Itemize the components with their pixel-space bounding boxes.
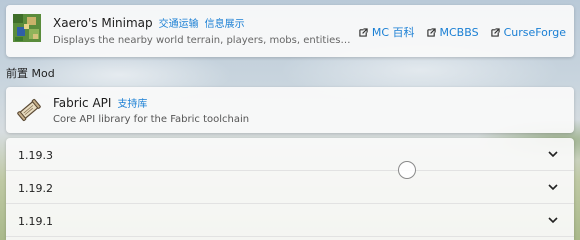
version-row-1-19-3[interactable]: 1.19.3 xyxy=(6,138,574,171)
version-label: 1.19.3 xyxy=(18,149,53,162)
mod-header-card: Xaero's Minimap 交通运输 信息展示 Displays the n… xyxy=(6,5,574,57)
version-label: 1.19.2 xyxy=(18,182,53,195)
dependency-title: Fabric API xyxy=(53,95,112,110)
mod-tag-info[interactable]: 信息展示 xyxy=(205,15,245,30)
minimap-icon xyxy=(13,14,41,42)
external-link-icon xyxy=(426,27,436,37)
dependency-card-fabric-api[interactable]: Fabric API 支持库 Core API library for the … xyxy=(6,87,574,133)
link-curseforge[interactable]: CurseForge xyxy=(490,25,566,39)
link-mcmod-label: MC 百科 xyxy=(371,26,415,39)
dependency-description: Core API library for the Fabric toolchai… xyxy=(53,114,250,125)
version-label: 1.19.1 xyxy=(18,215,53,228)
scroll-icon xyxy=(16,97,42,123)
version-row-1-19-2[interactable]: 1.19.2 xyxy=(6,171,574,204)
dependency-title-row: Fabric API 支持库 xyxy=(53,95,147,111)
version-row-1-19-1[interactable]: 1.19.1 xyxy=(6,204,574,237)
link-curseforge-label: CurseForge xyxy=(503,25,566,39)
dependency-tag[interactable]: 支持库 xyxy=(117,95,147,110)
link-mcbbs-label: MCBBS xyxy=(439,25,479,39)
link-mcmod[interactable]: MC 百科 xyxy=(359,24,415,40)
chevron-down-icon xyxy=(548,184,558,191)
mod-title-row: Xaero's Minimap 交通运输 信息展示 xyxy=(53,15,245,31)
version-list: 1.19.3 1.19.2 1.19.1 xyxy=(6,138,574,240)
external-link-icon xyxy=(490,27,500,37)
mod-links: MC 百科 MCBBS CurseForge xyxy=(359,24,566,40)
dependencies-section-label: 前置 Mod xyxy=(6,67,55,80)
mod-description: Displays the nearby world terrain, playe… xyxy=(53,35,353,46)
link-mcbbs[interactable]: MCBBS xyxy=(426,25,479,39)
mod-tag-transport[interactable]: 交通运输 xyxy=(159,15,199,30)
touch-indicator xyxy=(398,161,416,179)
mod-title: Xaero's Minimap xyxy=(53,15,153,30)
external-link-icon xyxy=(359,27,368,37)
chevron-down-icon xyxy=(548,151,558,158)
chevron-down-icon xyxy=(548,217,558,224)
